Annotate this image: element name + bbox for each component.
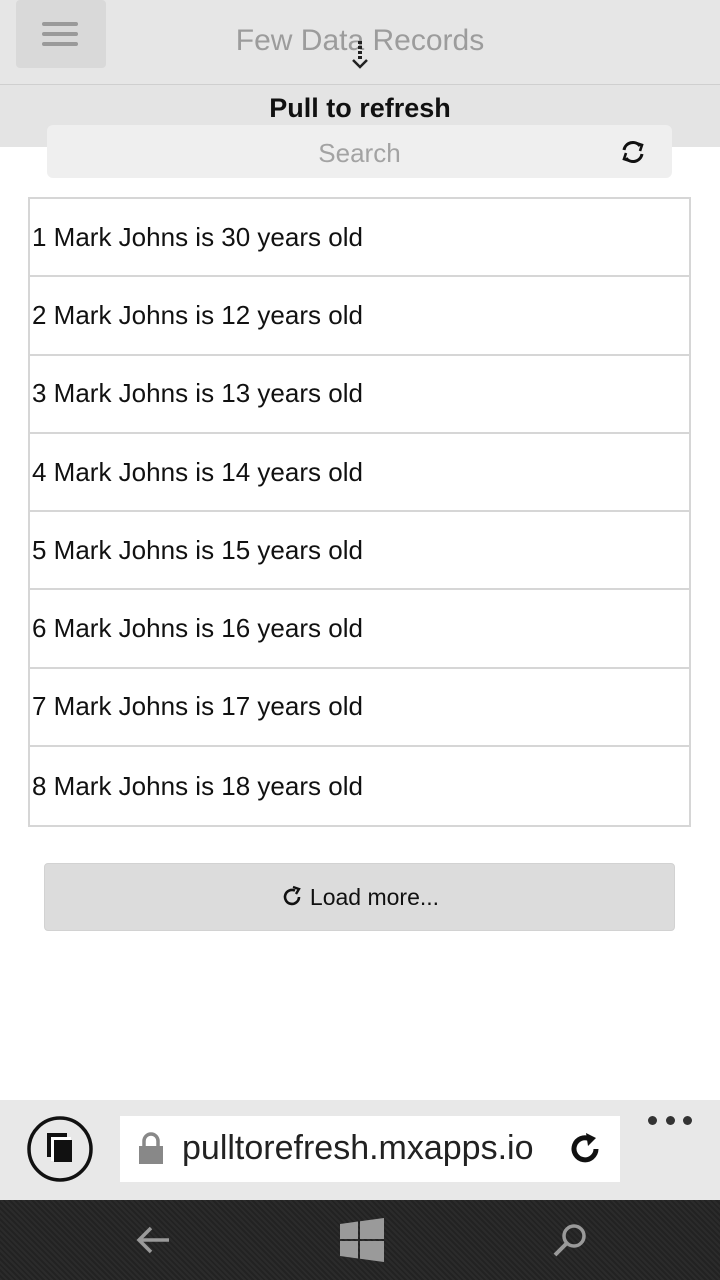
reload-icon bbox=[283, 885, 301, 906]
tabs-icon[interactable] bbox=[27, 1116, 93, 1182]
load-more-button[interactable]: Load more... bbox=[44, 863, 675, 931]
list-item[interactable]: 6 Mark Johns is 16 years old bbox=[30, 590, 689, 669]
load-more-label: Load more... bbox=[309, 883, 440, 910]
windows-start-icon[interactable] bbox=[340, 1218, 384, 1262]
search-icon[interactable] bbox=[552, 1222, 588, 1258]
dot bbox=[648, 1115, 657, 1125]
dot bbox=[665, 1115, 675, 1125]
dot bbox=[683, 1115, 692, 1125]
dotted-down-arrow-icon bbox=[352, 41, 368, 69]
list-item[interactable]: 4 Mark Johns is 14 years old bbox=[30, 434, 689, 513]
back-arrow-icon[interactable] bbox=[135, 1222, 171, 1258]
more-options-icon[interactable] bbox=[648, 1110, 692, 1130]
list-item[interactable]: 2 Mark Johns is 12 years old bbox=[30, 277, 689, 356]
browser-reload-icon[interactable] bbox=[566, 1130, 604, 1168]
list-item[interactable]: 3 Mark Johns is 13 years old bbox=[30, 356, 689, 434]
list-item[interactable]: 7 Mark Johns is 17 years old bbox=[30, 669, 689, 748]
search-bar bbox=[47, 125, 672, 178]
pull-to-refresh-label: Pull to refresh bbox=[269, 93, 451, 123]
browser-address-bar: pulltorefresh.mxapps.io bbox=[0, 1100, 720, 1200]
url-text: pulltorefresh.mxapps.io bbox=[182, 1129, 534, 1167]
refresh-icon[interactable] bbox=[620, 139, 646, 165]
list-item[interactable]: 8 Mark Johns is 18 years old bbox=[30, 747, 689, 825]
search-input[interactable] bbox=[47, 125, 672, 178]
app-screen: Few Data Records Pull to refresh 1 Mark … bbox=[0, 0, 720, 1280]
list-item[interactable]: 1 Mark Johns is 30 years old bbox=[30, 199, 689, 278]
list-item[interactable]: 5 Mark Johns is 15 years old bbox=[30, 512, 689, 591]
system-nav-bar bbox=[0, 1200, 720, 1280]
url-field[interactable]: pulltorefresh.mxapps.io bbox=[120, 1116, 620, 1182]
lock-icon bbox=[139, 1132, 163, 1164]
records-list: 1 Mark Johns is 30 years old 2 Mark John… bbox=[28, 197, 691, 828]
